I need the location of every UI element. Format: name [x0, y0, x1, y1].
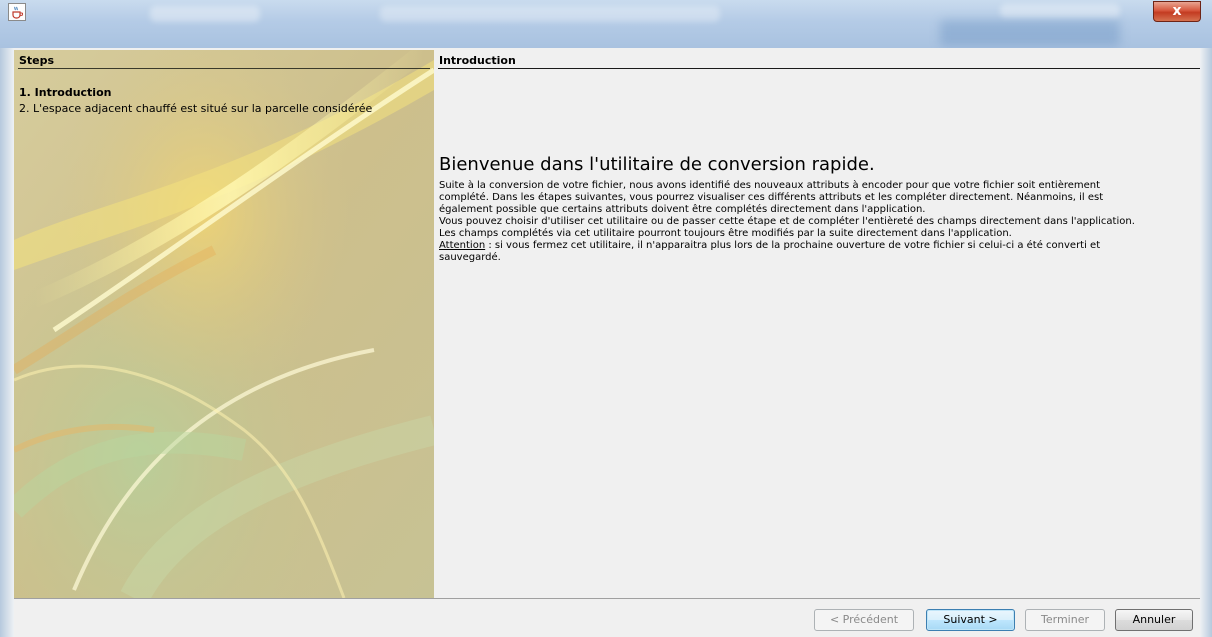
- title-bar: x: [0, 0, 1212, 48]
- attention-label: Attention: [439, 240, 486, 251]
- close-button[interactable]: x: [1153, 1, 1201, 22]
- blurred-taskbar-region: [940, 20, 1120, 46]
- attention-line: Attention : si vous fermez cet utilitair…: [439, 240, 1195, 252]
- button-bar-divider: [14, 598, 1200, 599]
- finish-button[interactable]: Terminer: [1025, 609, 1105, 631]
- welcome-heading: Bienvenue dans l'utilitaire de conversio…: [439, 154, 875, 175]
- content-panel: Introduction Bienvenue dans l'utilitaire…: [434, 50, 1200, 598]
- window-frame-left: [0, 48, 14, 637]
- blurred-taskbar-region: [150, 6, 260, 22]
- steps-panel: Steps 1. Introduction 2. L'espace adjace…: [14, 50, 434, 598]
- blurred-taskbar-region: [380, 6, 720, 22]
- steps-divider: [18, 68, 430, 69]
- window-frame-right: [1200, 48, 1212, 637]
- step-item-espace-adjacent: 2. L'espace adjacent chauffé est situé s…: [19, 102, 373, 115]
- blurred-taskbar-region: [1000, 4, 1120, 18]
- title-divider: [438, 68, 1200, 69]
- body-line: Les champs complétés via cet utilitaire …: [439, 228, 1012, 239]
- step-item-introduction: 1. Introduction: [19, 86, 112, 99]
- close-icon: x: [1172, 3, 1182, 19]
- body-line: Suite à la conversion de votre fichier, …: [439, 180, 1101, 191]
- attention-text: : si vous fermez cet utilitaire, il n'ap…: [485, 240, 1101, 251]
- body-line: complété. Dans les étapes suivantes, vou…: [439, 192, 1104, 203]
- previous-button[interactable]: < Précédent: [814, 609, 914, 631]
- body-line: Vous pouvez choisir d'utiliser cet utili…: [439, 216, 1135, 227]
- next-button[interactable]: Suivant >: [926, 609, 1015, 631]
- cancel-button[interactable]: Annuler: [1115, 609, 1193, 631]
- steps-title: Steps: [19, 54, 55, 67]
- attention-line-continued: sauvegardé.: [439, 252, 501, 263]
- steps-background-art: [14, 50, 434, 598]
- body-line: également possible que certains attribut…: [439, 204, 926, 215]
- page-title: Introduction: [439, 54, 516, 67]
- java-cup-icon[interactable]: [8, 3, 26, 21]
